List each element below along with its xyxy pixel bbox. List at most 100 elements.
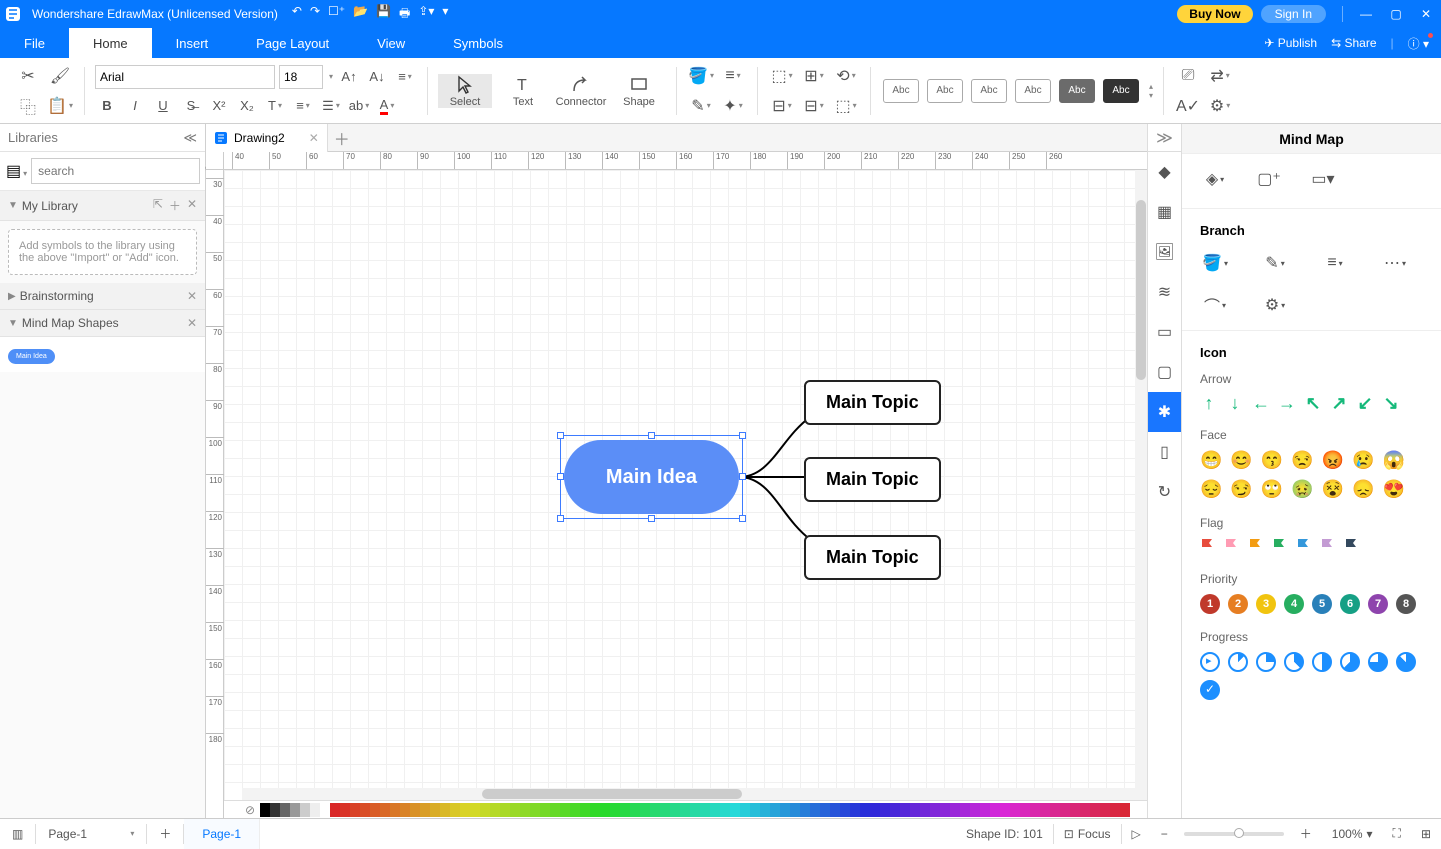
priority-4-icon[interactable]: 4	[1284, 594, 1304, 614]
copy-icon[interactable]: ⿻	[14, 94, 42, 118]
node-topic-3[interactable]: Main Topic	[804, 535, 941, 580]
face-cry-icon[interactable]: 😢	[1352, 450, 1374, 471]
cut-icon[interactable]: ✂	[14, 64, 42, 88]
print-icon[interactable]: 🖶	[399, 4, 410, 25]
grid-panel-icon[interactable]: ▦	[1148, 192, 1182, 232]
layers-panel-icon[interactable]: ≋	[1148, 272, 1182, 312]
rotate-icon[interactable]: ⟲▾	[832, 64, 860, 88]
face-roll-icon[interactable]: 🙄	[1261, 479, 1283, 500]
color-swatch[interactable]	[660, 803, 670, 817]
no-color-icon[interactable]: ⊘	[242, 803, 258, 817]
color-swatch[interactable]	[460, 803, 470, 817]
color-swatch[interactable]	[990, 803, 1000, 817]
text-tool[interactable]: T Text	[496, 74, 550, 108]
color-swatch[interactable]	[1060, 803, 1070, 817]
progress-7-icon[interactable]	[1396, 652, 1416, 672]
focus-button[interactable]: ⊡ Focus	[1054, 827, 1121, 841]
color-swatch[interactable]	[530, 803, 540, 817]
face-smile-icon[interactable]: 😊	[1230, 450, 1252, 471]
color-swatch[interactable]	[680, 803, 690, 817]
color-swatch[interactable]	[860, 803, 870, 817]
arrow-right-icon[interactable]: →	[1278, 394, 1296, 412]
menu-view[interactable]: View	[353, 28, 429, 58]
color-swatch[interactable]	[290, 803, 300, 817]
color-swatch[interactable]	[540, 803, 550, 817]
color-swatch[interactable]	[690, 803, 700, 817]
zoom-in-button[interactable]: ＋	[1290, 825, 1322, 842]
fill-panel-icon[interactable]: ◆	[1148, 152, 1182, 192]
doc-tab-drawing2[interactable]: Drawing2 ✕	[206, 124, 328, 152]
spell-icon[interactable]: A✓	[1174, 94, 1202, 118]
color-swatch[interactable]	[710, 803, 720, 817]
color-swatch[interactable]	[800, 803, 810, 817]
share-button[interactable]: ⇆ Share	[1331, 36, 1376, 50]
publish-button[interactable]: ✈ Publish	[1264, 36, 1317, 50]
color-swatch[interactable]	[790, 803, 800, 817]
color-swatch[interactable]	[340, 803, 350, 817]
clear-format-icon[interactable]: ⎚	[1174, 64, 1202, 88]
color-swatch[interactable]	[1070, 803, 1080, 817]
qat-more-icon[interactable]: ▾	[442, 4, 448, 25]
color-swatch[interactable]	[640, 803, 650, 817]
color-swatch[interactable]	[750, 803, 760, 817]
progress-1-icon[interactable]	[1228, 652, 1248, 672]
face-sick-icon[interactable]: 🤢	[1291, 479, 1313, 500]
paste-icon[interactable]: 📋▾	[46, 94, 74, 118]
group-icon[interactable]: ⊞▾	[800, 64, 828, 88]
page-selector[interactable]: Page-1▾	[36, 827, 146, 841]
fit-button[interactable]: ⊞	[1411, 827, 1441, 841]
color-swatch[interactable]	[1110, 803, 1120, 817]
color-swatch[interactable]	[410, 803, 420, 817]
play-button[interactable]: ▷	[1122, 827, 1151, 841]
close-mindmap-icon[interactable]: ✕	[187, 316, 197, 330]
node-topic-1[interactable]: Main Topic	[804, 380, 941, 425]
face-grin-icon[interactable]: 😁	[1200, 450, 1222, 471]
color-swatch[interactable]	[270, 803, 280, 817]
line-color-icon[interactable]: ✎▾	[687, 94, 715, 118]
color-swatch[interactable]	[420, 803, 430, 817]
format-painter-icon[interactable]: 🖌	[46, 64, 74, 88]
save-icon[interactable]: 💾	[376, 4, 391, 25]
style-preset-6[interactable]: Abc	[1103, 79, 1139, 103]
strikethrough-icon[interactable]: S̶	[179, 95, 203, 117]
collapse-libraries-icon[interactable]: ≪	[183, 130, 197, 146]
color-swatch[interactable]	[610, 803, 620, 817]
color-swatch[interactable]	[760, 803, 770, 817]
color-swatch[interactable]	[350, 803, 360, 817]
style-preset-5[interactable]: Abc	[1059, 79, 1095, 103]
priority-2-icon[interactable]: 2	[1228, 594, 1248, 614]
close-button[interactable]: ✕	[1411, 7, 1441, 21]
line-style-icon[interactable]: ≡▾	[719, 64, 747, 88]
color-swatch[interactable]	[960, 803, 970, 817]
color-swatch[interactable]	[260, 803, 270, 817]
color-swatch[interactable]	[560, 803, 570, 817]
color-swatch[interactable]	[1020, 803, 1030, 817]
node-main-idea[interactable]: Main Idea	[564, 440, 739, 514]
select-tool[interactable]: Select	[438, 74, 492, 108]
color-swatch[interactable]	[910, 803, 920, 817]
text-direction-icon[interactable]: T▾	[263, 95, 287, 117]
node-topic-2[interactable]: Main Topic	[804, 457, 941, 502]
color-swatch[interactable]	[580, 803, 590, 817]
color-swatch[interactable]	[880, 803, 890, 817]
zoom-out-button[interactable]: −	[1151, 827, 1178, 841]
color-swatch[interactable]	[1100, 803, 1110, 817]
flag-pink-icon[interactable]	[1224, 538, 1240, 556]
color-swatch[interactable]	[1080, 803, 1090, 817]
color-swatch[interactable]	[670, 803, 680, 817]
color-swatch[interactable]	[630, 803, 640, 817]
color-swatch[interactable]	[380, 803, 390, 817]
close-tab-icon[interactable]: ✕	[309, 131, 319, 145]
face-hearteyes-icon[interactable]: 😍	[1383, 479, 1405, 500]
color-swatch[interactable]	[820, 803, 830, 817]
color-swatch[interactable]	[470, 803, 480, 817]
color-swatch[interactable]	[850, 803, 860, 817]
grow-font-icon[interactable]: A↑	[337, 66, 361, 88]
add-page-button[interactable]: ＋	[147, 825, 183, 842]
shrink-font-icon[interactable]: A↓	[365, 66, 389, 88]
color-swatch[interactable]	[510, 803, 520, 817]
color-swatch[interactable]	[480, 803, 490, 817]
color-swatch[interactable]	[450, 803, 460, 817]
arrow-downleft-icon[interactable]: ↙	[1356, 394, 1374, 412]
color-swatch[interactable]	[1090, 803, 1100, 817]
